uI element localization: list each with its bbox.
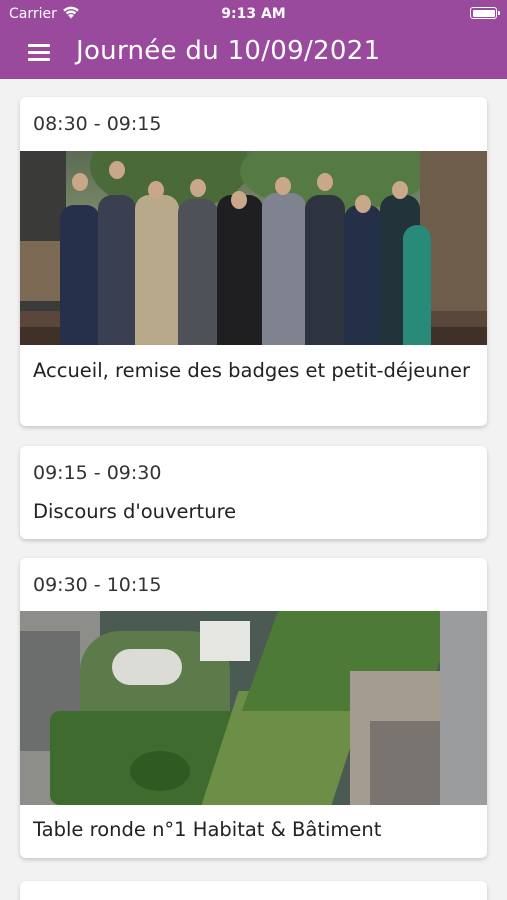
session-photo: [20, 611, 487, 805]
session-time: 08:30 - 09:15: [33, 113, 162, 135]
session-title: Accueil, remise des badges et petit-déje…: [33, 359, 471, 382]
battery-icon: [470, 7, 500, 19]
session-photo: [20, 151, 487, 345]
session-card[interactable]: 08:30 - 09:15 Accueil, remise des badges…: [20, 97, 487, 426]
session-card[interactable]: 09:30 - 10:15 Table ronde n°1 Habitat & …: [20, 558, 487, 858]
session-title: Discours d'ouverture: [33, 500, 237, 523]
session-title: Table ronde n°1 Habitat & Bâtiment: [33, 818, 382, 841]
app-header: Carrier 9:13 AM Journée du 10/09/2021: [0, 0, 507, 79]
hamburger-menu-icon[interactable]: [28, 42, 52, 62]
clock: 9:13 AM: [221, 6, 286, 22]
session-list[interactable]: 08:30 - 09:15 Accueil, remise des badges…: [0, 79, 507, 900]
session-card[interactable]: 09:15 - 09:30 Discours d'ouverture: [20, 446, 487, 539]
session-time: 09:30 - 10:15: [33, 574, 162, 596]
session-card[interactable]: [20, 881, 487, 900]
session-time: 09:15 - 09:30: [33, 462, 162, 484]
status-bar: Carrier 9:13 AM: [0, 0, 507, 28]
page-title: Journée du 10/09/2021: [76, 36, 381, 66]
